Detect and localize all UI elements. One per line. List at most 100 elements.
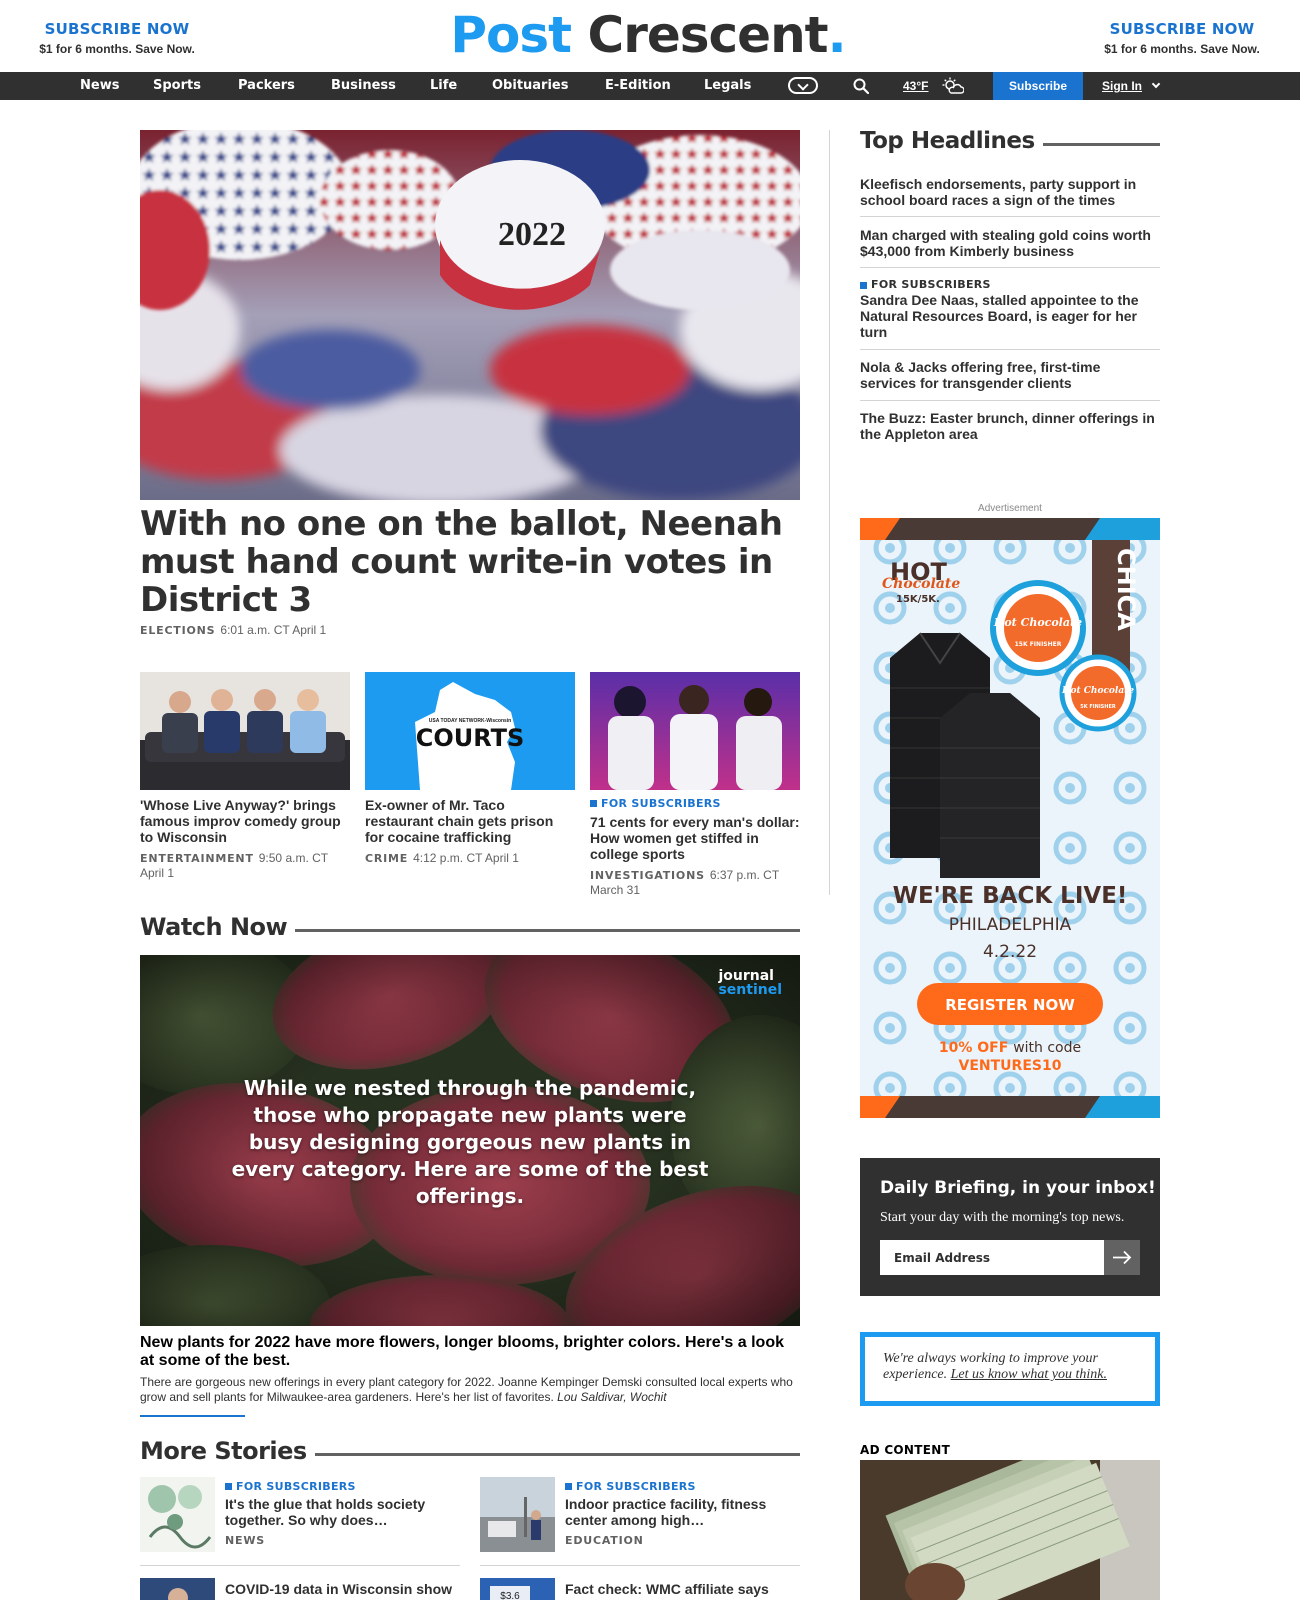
hero-image[interactable]: 2022 <box>140 130 800 500</box>
story-section[interactable]: INVESTIGATIONS <box>590 869 705 882</box>
for-subscribers-tag: FOR SUBSCRIBERS <box>590 797 800 810</box>
story-timestamp: 4:12 p.m. CT April 1 <box>413 851 519 865</box>
hero-section-label[interactable]: ELECTIONS <box>140 624 215 637</box>
sponsored-image[interactable] <box>860 1460 1160 1600</box>
story-card[interactable]: USA TODAY NETWORK-Wisconsin COURTS Ex-ow… <box>365 672 575 866</box>
nav-item-sports[interactable]: Sports <box>153 72 201 100</box>
subscribe-now-link[interactable]: SUBSCRIBE NOW <box>17 20 217 38</box>
video-progress-accent <box>140 1415 245 1417</box>
story-thumbnail[interactable] <box>590 672 800 790</box>
ad-promo-code: VENTURES10 <box>959 1058 1062 1074</box>
story-headline[interactable]: Ex-owner of Mr. Taco restaurant chain ge… <box>365 797 575 845</box>
hero-headline[interactable]: With no one on the ballot, Neenah must h… <box>140 505 800 619</box>
newsletter-heading: Daily Briefing, in your inbox! <box>880 1178 1156 1198</box>
arrow-right-icon[interactable] <box>1104 1240 1140 1275</box>
ad-promo-line: 10% OFF with code <box>939 1040 1081 1056</box>
nav-item-life[interactable]: Life <box>430 72 457 100</box>
main-nav: News Sports Packers Business Life Obitua… <box>0 72 1300 100</box>
story-thumbnail[interactable] <box>480 1477 555 1552</box>
email-field[interactable] <box>880 1240 1104 1275</box>
column-divider <box>829 130 830 895</box>
story-headline[interactable]: 'Whose Live Anyway?' brings famous impro… <box>140 797 350 845</box>
hero-meta: ELECTIONS 6:01 a.m. CT April 1 <box>140 623 326 637</box>
logo-dot: . <box>827 6 847 64</box>
nav-item-business[interactable]: Business <box>331 72 396 100</box>
list-item[interactable]: FOR SUBSCRIBERS It's the glue that holds… <box>140 1477 460 1559</box>
story-section[interactable]: ENTERTAINMENT <box>140 852 254 865</box>
story-headline[interactable]: Fact check: WMC affiliate says Gov. Tony… <box>565 1581 800 1600</box>
feedback-link[interactable]: Let us know what you think. <box>951 1367 1107 1382</box>
top-headline-item[interactable]: Man charged with stealing gold coins wor… <box>860 227 1160 259</box>
story-section[interactable]: CRIME <box>365 852 408 865</box>
nav-item-obituaries[interactable]: Obituaries <box>492 72 568 100</box>
list-item[interactable]: FOR SUBSCRIBERS Indoor practice facility… <box>480 1477 800 1559</box>
subscribe-button[interactable]: Subscribe <box>993 72 1083 100</box>
video-title[interactable]: New plants for 2022 have more flowers, l… <box>140 1334 800 1370</box>
top-headline-item[interactable]: Kleefisch endorsements, party support in… <box>860 176 1160 208</box>
story-thumbnail[interactable]: $3.6 <box>480 1578 555 1600</box>
story-thumbnail[interactable] <box>140 1578 215 1600</box>
story-headline[interactable]: COVID-19 data in Wisconsin show an incre… <box>225 1581 460 1600</box>
story-card[interactable]: FOR SUBSCRIBERS 71 cents for every man's… <box>590 672 800 897</box>
list-item[interactable]: COVID-19 data in Wisconsin show an incre… <box>140 1578 460 1600</box>
top-headlines-heading: Top Headlines <box>860 128 1160 154</box>
ad-ribbon-text: CHICA <box>1112 548 1140 631</box>
weather-temp[interactable]: 43°F <box>903 72 928 100</box>
chevron-down-icon[interactable] <box>1151 79 1161 89</box>
search-icon[interactable] <box>853 78 869 94</box>
nav-item-legals[interactable]: Legals <box>704 72 751 100</box>
newsletter-text: Start your day with the morning's top ne… <box>880 1210 1125 1225</box>
divider <box>860 400 1160 401</box>
heading-rule <box>314 1452 800 1456</box>
site-logo[interactable]: Post Crescent. <box>448 2 848 68</box>
register-now-label[interactable]: REGISTER NOW <box>945 996 1075 1014</box>
top-headline-item[interactable]: Nola & Jacks offering free, first-time s… <box>860 359 1160 391</box>
promo-deal-text[interactable]: $1 for 6 months. Save Now. <box>17 42 217 56</box>
medal-text-small: Hot Chocolate <box>1061 686 1134 696</box>
nav-item-packers[interactable]: Packers <box>238 72 295 100</box>
logo-word-crescent[interactable]: Crescent <box>588 6 829 64</box>
more-menu-icon[interactable] <box>788 77 818 94</box>
masthead: SUBSCRIBE NOW $1 for 6 months. Save Now.… <box>0 0 1300 72</box>
brand-line-journal: journal <box>718 968 774 984</box>
promo-deal-text[interactable]: $1 for 6 months. Save Now. <box>1082 42 1282 56</box>
video-caption-overlay: While we nested through the pandemic, th… <box>231 1076 709 1208</box>
divider <box>480 1565 800 1566</box>
divider <box>860 349 1160 350</box>
video-credit: Lou Saldivar, Wochit <box>557 1390 667 1404</box>
advertisement[interactable]: CHICA HOT Chocolate 15K/5K. Hot Chocolat… <box>860 518 1160 1118</box>
courts-text: COURTS <box>416 724 525 752</box>
section-title: Watch Now <box>140 913 288 941</box>
logo-word-post[interactable]: Post <box>450 6 572 64</box>
journal-sentinel-logo: journal sentinel <box>718 969 782 997</box>
story-section[interactable]: NEWS <box>225 1534 460 1547</box>
story-thumbnail[interactable]: USA TODAY NETWORK-Wisconsin COURTS <box>365 672 575 790</box>
story-card[interactable]: 'Whose Live Anyway?' brings famous impro… <box>140 672 350 880</box>
nav-item-news[interactable]: News <box>80 72 119 100</box>
story-thumbnail[interactable] <box>140 1477 215 1552</box>
sign-in-link[interactable]: Sign In <box>1102 72 1142 100</box>
ad-city: PHILADELPHIA <box>949 915 1072 935</box>
feedback-box: We're always working to improve your exp… <box>860 1332 1160 1406</box>
subscribe-now-link[interactable]: SUBSCRIBE NOW <box>1082 20 1282 38</box>
medal-5k-text: 5K FINISHER <box>1080 704 1116 710</box>
divider <box>860 216 1160 217</box>
subscribe-promo-left[interactable]: SUBSCRIBE NOW $1 for 6 months. Save Now. <box>17 20 217 56</box>
nav-item-e-edition[interactable]: E-Edition <box>605 72 671 100</box>
medal-text: Hot Chocolate <box>993 616 1082 629</box>
story-headline[interactable]: 71 cents for every man's dollar: How wom… <box>590 814 800 862</box>
subscribe-promo-right[interactable]: SUBSCRIBE NOW $1 for 6 months. Save Now. <box>1082 20 1282 56</box>
list-item[interactable]: $3.6 Fact check: WMC affiliate says Gov.… <box>480 1578 800 1600</box>
story-thumbnail[interactable] <box>140 672 350 790</box>
top-headline-item[interactable]: Sandra Dee Naas, stalled appointee to th… <box>860 292 1160 340</box>
story-headline[interactable]: Indoor practice facility, fitness center… <box>565 1496 800 1528</box>
story-section[interactable]: EDUCATION <box>565 1534 800 1547</box>
video-player[interactable]: journal sentinel While we nested through… <box>140 955 800 1326</box>
story-headline[interactable]: It's the glue that holds society togethe… <box>225 1496 460 1528</box>
partly-sunny-icon[interactable] <box>942 77 964 95</box>
top-headline-item[interactable]: The Buzz: Easter brunch, dinner offering… <box>860 410 1160 442</box>
section-title: Top Headlines <box>860 128 1035 154</box>
newsletter-submit-button[interactable] <box>1104 1240 1140 1275</box>
heading-rule <box>1042 142 1160 146</box>
ad-content-label: AD CONTENT <box>860 1443 951 1457</box>
